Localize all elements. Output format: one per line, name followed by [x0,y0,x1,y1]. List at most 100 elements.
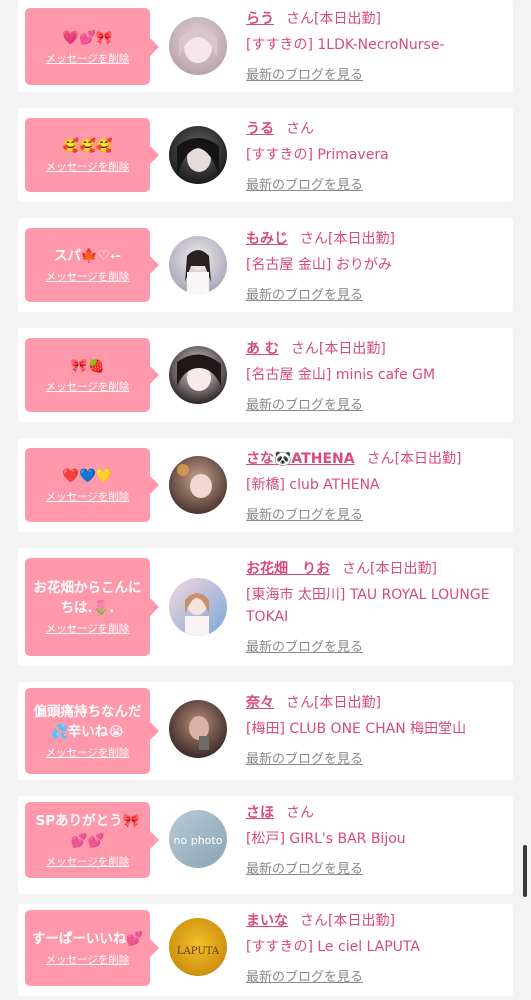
message-bubble: お花畑からこんにちは.🌷. メッセージを削除 [25,558,159,656]
message-text: お花畑からこんにちは.🌷. [33,580,142,616]
list-item: 🎀🍓 メッセージを削除 あ むさん[本日出勤] [名古屋 金山] minis c… [18,328,513,422]
delete-message-link[interactable]: メッセージを削除 [46,269,130,284]
latest-blog-link[interactable]: 最新のブログを見る [246,174,508,193]
shop-name: [梅田] CLUB ONE CHAN 梅田堂山 [246,721,467,737]
scrollbar[interactable] [523,845,527,897]
profile-info: さな🐼ATHENA さん[本日出勤] [新橋] club ATHENA 最新のブロ… [246,450,508,523]
latest-blog-link[interactable]: 最新のブログを見る [246,748,508,767]
profile-info: もみじ さん[本日出勤] [名古屋 金山] おりがみ 最新のブログを見る [246,230,508,303]
delete-message-link[interactable]: メッセージを削除 [46,621,130,636]
profile-info: 奈々 さん[本日出勤] [梅田] CLUB ONE CHAN 梅田堂山 最新のブロ… [246,694,508,767]
list-item: スパ🍁♡˖- メッセージを削除 もみじ さん[本日出勤] [名古屋 金山] おりが… [18,218,513,312]
message-bubble: 🥰🥰🥰 メッセージを削除 [25,118,159,192]
message-text: ❤️💙💛 [62,468,113,484]
shop-name: [すすきの] Le ciel LAPUTA [246,939,420,955]
profile-name-link[interactable]: うる [246,121,274,137]
status-badge: [本日出勤] [314,695,381,711]
avatar-text: LAPUTA [177,946,220,957]
list-item: SPありがとう🎀💕💕 メッセージを削除 no photo さほ さん [松戸] G… [18,796,513,894]
avatar[interactable] [169,236,227,294]
shop-name: [名古屋 金山] minis cafe GM [246,367,436,383]
message-text: 💗💕🎀 [62,29,113,46]
honorific: さん [290,341,319,357]
message-text: 偏頭痛持ちなんだ💦辛いね😭 [33,704,142,740]
profile-info: まいな さん[本日出勤] [すすきの] Le ciel LAPUTA 最新のブログ… [246,912,508,985]
profile-name-link[interactable]: さほ [246,805,274,821]
avatar[interactable] [169,346,227,404]
latest-blog-link[interactable]: 最新のブログを見る [246,64,508,83]
honorific: さん [300,913,328,929]
honorific: さん [286,695,314,711]
shop-name: [すすきの] 1LDK-NecroNurse- [246,37,445,53]
latest-blog-link[interactable]: 最新のブログを見る [246,966,508,985]
delete-message-link[interactable]: メッセージを削除 [46,379,130,394]
list-item: 偏頭痛持ちなんだ💦辛いね😭 メッセージを削除 奈々 さん[本日出勤] [梅田] C… [18,682,513,780]
message-bubble: ❤️💙💛 メッセージを削除 [25,448,159,522]
message-text: 🥰🥰🥰 [62,138,113,154]
status-badge: [本日出勤] [318,341,386,357]
shop-name: [東海市 太田川] TAU ROYAL LOUNGE TOKAI [246,587,490,625]
profile-name-link[interactable]: らう [246,11,274,27]
message-bubble: 偏頭痛持ちなんだ💦辛いね😭 メッセージを削除 [25,688,159,774]
honorific: さん [286,121,314,137]
honorific: さん [286,11,314,27]
message-text: 🎀🍓 [70,358,105,374]
profile-name-link[interactable]: もみじ [246,231,288,247]
shop-name: [すすきの] Primavera [246,147,389,163]
latest-blog-link[interactable]: 最新のブログを見る [246,394,508,413]
honorific: さん [342,561,370,577]
message-text: すーぱーいいね💕 [31,931,144,947]
profile-name-link[interactable]: まいな [246,913,288,929]
avatar[interactable] [169,700,227,758]
profile-info: さほ さん [松戸] GIRL's BAR Bijou 最新のブログを見る [246,804,508,877]
honorific: さん [300,231,328,247]
shop-name: [名古屋 金山] おりがみ [246,257,392,273]
message-bubble: SPありがとう🎀💕💕 メッセージを削除 [25,802,159,878]
shop-name: [新橋] club ATHENA [246,477,380,493]
avatar-text: no photo [174,834,223,847]
list-item: すーぱーいいね💕 メッセージを削除 LAPUTA まいな さん[本日出勤] [すす… [18,904,513,996]
message-text: SPありがとう🎀💕💕 [35,813,140,849]
avatar[interactable] [169,126,227,184]
delete-message-link[interactable]: メッセージを削除 [46,489,130,504]
profile-info: あ むさん[本日出勤] [名古屋 金山] minis cafe GM 最新のブロ… [246,340,508,413]
list-item: 💗💕🎀 メッセージを削除 らう さん[本日出勤] [すすきの] 1LDK-Necr… [18,0,513,92]
delete-message-link[interactable]: メッセージを削除 [46,952,130,967]
message-text: スパ🍁♡˖- [53,248,122,264]
profile-name-link[interactable]: さな🐼ATHENA [246,451,355,467]
delete-message-link[interactable]: メッセージを削除 [46,51,130,66]
profile-info: お花畑 りお さん[本日出勤] [東海市 太田川] TAU ROYAL LOUNG… [246,560,508,655]
profile-name-link[interactable]: お花畑 りお [246,561,330,577]
avatar[interactable]: no photo [169,810,227,868]
list-item: ❤️💙💛 メッセージを削除 さな🐼ATHENA さん[本日出勤] [新橋] clu… [18,438,513,532]
profile-name-link[interactable]: あ む [246,341,279,357]
status-badge: [本日出勤] [314,11,381,27]
latest-blog-link[interactable]: 最新のブログを見る [246,504,508,523]
status-badge: [本日出勤] [394,451,462,467]
avatar[interactable]: LAPUTA [169,918,227,976]
message-bubble: 💗💕🎀 メッセージを削除 [25,8,159,85]
message-bubble: スパ🍁♡˖- メッセージを削除 [25,228,159,302]
profile-info: らう さん[本日出勤] [すすきの] 1LDK-NecroNurse- 最新のブロ… [246,10,508,83]
avatar[interactable] [169,578,227,636]
list-item: お花畑からこんにちは.🌷. メッセージを削除 お花畑 りお さん[本日出勤] [東… [18,548,513,666]
honorific: さん [286,805,314,821]
message-bubble: 🎀🍓 メッセージを削除 [25,338,159,412]
status-badge: [本日出勤] [370,561,437,577]
delete-message-link[interactable]: メッセージを削除 [46,745,130,760]
delete-message-link[interactable]: メッセージを削除 [46,854,130,869]
latest-blog-link[interactable]: 最新のブログを見る [246,636,508,655]
shop-name: [松戸] GIRL's BAR Bijou [246,831,406,847]
status-badge: [本日出勤] [328,231,395,247]
latest-blog-link[interactable]: 最新のブログを見る [246,858,508,877]
list-item: 🥰🥰🥰 メッセージを削除 うる さん [すすきの] Primavera 最新のブロ… [18,108,513,202]
status-badge: [本日出勤] [328,913,395,929]
avatar[interactable] [169,17,227,75]
profile-info: うる さん [すすきの] Primavera 最新のブログを見る [246,120,508,193]
delete-message-link[interactable]: メッセージを削除 [46,159,130,174]
avatar[interactable] [169,456,227,514]
latest-blog-link[interactable]: 最新のブログを見る [246,284,508,303]
profile-name-link[interactable]: 奈々 [246,695,274,711]
honorific: さん [366,451,395,467]
message-bubble: すーぱーいいね💕 メッセージを削除 [25,910,159,986]
